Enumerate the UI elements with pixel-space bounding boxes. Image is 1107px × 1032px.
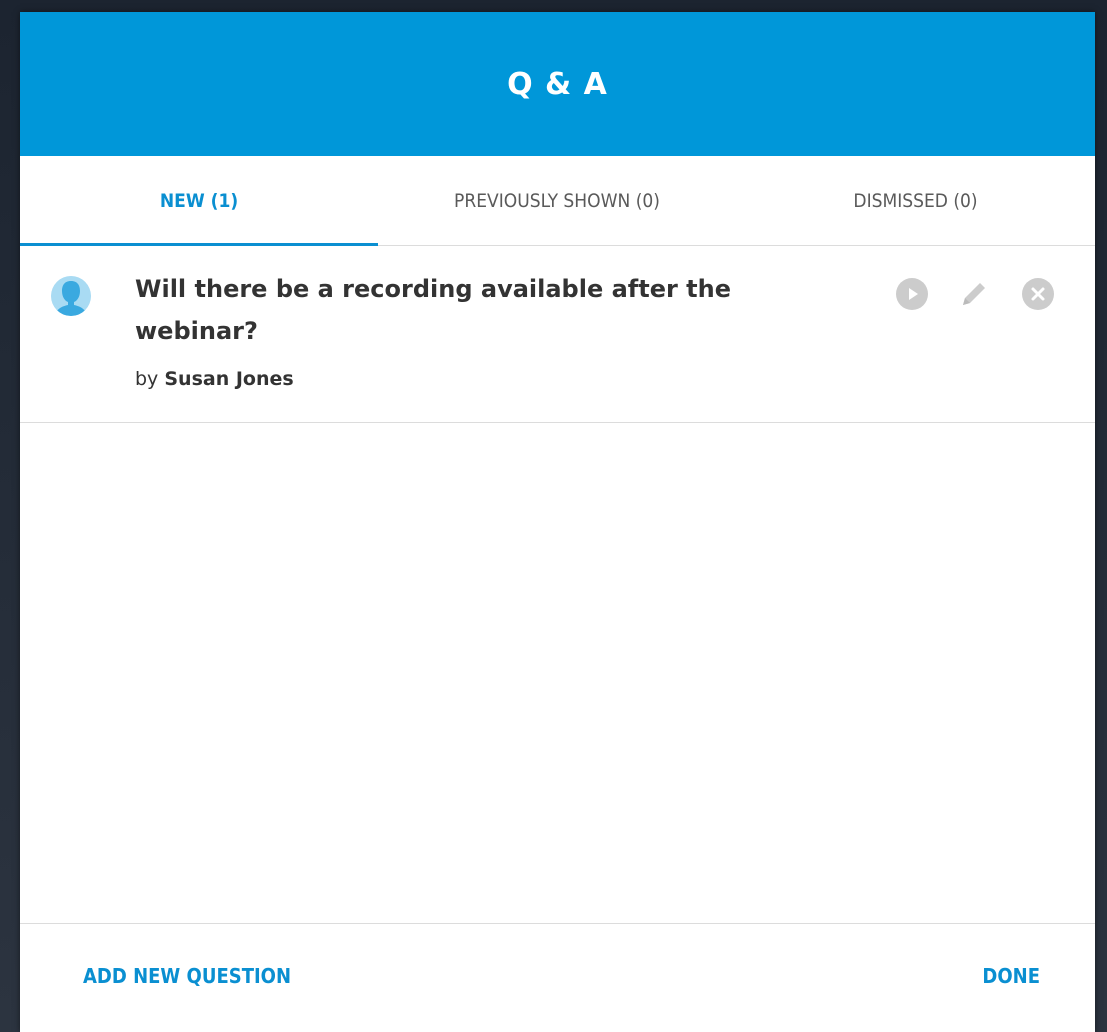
tab-dismissed[interactable]: DISMISSED (0) [736, 156, 1095, 245]
edit-icon[interactable] [956, 276, 992, 312]
dialog-footer: ADD NEW QUESTION DONE [20, 923, 1095, 1032]
play-icon[interactable] [894, 276, 930, 312]
qa-dialog: Q & A NEW (1) PREVIOUSLY SHOWN (0) DISMI… [20, 12, 1095, 1032]
question-item: Will there be a recording available afte… [20, 246, 1095, 423]
author-prefix: by [135, 368, 159, 390]
dialog-title: Q & A [507, 66, 608, 102]
dismiss-icon[interactable] [1020, 276, 1056, 312]
tab-bar: NEW (1) PREVIOUSLY SHOWN (0) DISMISSED (… [20, 156, 1095, 246]
add-new-question-button[interactable]: ADD NEW QUESTION [83, 964, 291, 988]
done-button[interactable]: DONE [982, 964, 1040, 988]
tab-previously-shown[interactable]: PREVIOUSLY SHOWN (0) [378, 156, 736, 245]
author-name: Susan Jones [164, 368, 294, 390]
dialog-header: Q & A [20, 12, 1095, 156]
tab-new[interactable]: NEW (1) [20, 156, 378, 246]
user-avatar-icon [51, 276, 91, 316]
question-text: Will there be a recording available afte… [135, 275, 732, 345]
avatar [51, 276, 91, 316]
question-author: by Susan Jones [135, 368, 294, 390]
